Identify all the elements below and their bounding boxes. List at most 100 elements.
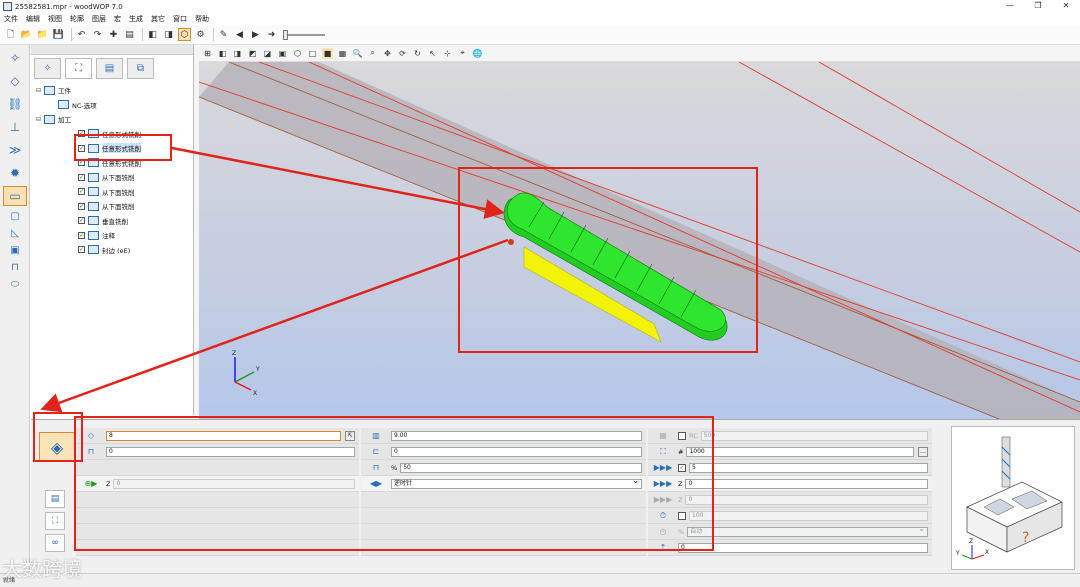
- open-file-icon[interactable]: 📂: [20, 28, 33, 41]
- feed-checkbox[interactable]: ✓: [678, 463, 686, 472]
- edge-tool-icon[interactable]: ◺: [3, 226, 27, 240]
- tab-tool-icon[interactable]: ⛶: [45, 512, 65, 530]
- tree-item-checkbox[interactable]: ✓: [78, 231, 85, 239]
- offset-field[interactable]: 0: [391, 446, 642, 457]
- tree-item[interactable]: NC-选项: [36, 98, 191, 113]
- tree-item[interactable]: ✓ 任意形式铣削: [36, 127, 191, 142]
- tree-item[interactable]: ✓ 封边 (eE): [36, 243, 191, 258]
- zoom-fit-icon[interactable]: ⌕: [367, 48, 378, 59]
- under-routing-icon[interactable]: ▣: [3, 243, 27, 257]
- redo-icon[interactable]: ↷: [91, 28, 104, 41]
- tree-item-checkbox[interactable]: ✓: [78, 246, 85, 254]
- tool-number-field[interactable]: 1000: [686, 446, 914, 457]
- retract-z-field[interactable]: 0: [685, 494, 928, 505]
- view-back-icon[interactable]: ◨: [232, 48, 243, 59]
- direction-select[interactable]: 逆时针: [391, 477, 642, 489]
- tab-operations[interactable]: ⛶: [65, 58, 92, 79]
- rotate-icon[interactable]: ⟳: [397, 48, 408, 59]
- tree-item[interactable]: ⊟ 加工: [36, 112, 191, 127]
- tree-expand-icon[interactable]: ⊟: [36, 87, 44, 94]
- view-right-icon[interactable]: ◪: [262, 48, 273, 59]
- measure-icon[interactable]: ⊹: [442, 48, 453, 59]
- menu-other[interactable]: 其它: [147, 14, 169, 24]
- view-front-icon[interactable]: ◧: [217, 48, 228, 59]
- depth-field[interactable]: 0: [106, 446, 355, 457]
- free-form-icon[interactable]: ⬭: [3, 277, 27, 291]
- drill-tool-icon[interactable]: ⛓: [3, 94, 27, 114]
- radius-comp-checkbox[interactable]: [678, 431, 686, 440]
- open-recent-icon[interactable]: 📁: [36, 28, 49, 41]
- tree-item[interactable]: ✓ 任意形式铣削: [36, 141, 191, 156]
- tool-browse-button[interactable]: …: [918, 446, 928, 457]
- tool-diameter-field[interactable]: 9.00: [391, 430, 642, 441]
- view-top-icon[interactable]: ▣: [277, 48, 288, 59]
- radius-comp-field[interactable]: 500: [700, 430, 928, 441]
- cube-front-icon[interactable]: ◧: [146, 28, 159, 41]
- new-file-icon[interactable]: 🗋: [4, 28, 17, 41]
- tree-item[interactable]: ✓ 从下面铣削: [36, 199, 191, 214]
- globe-icon[interactable]: 🌐: [472, 48, 483, 59]
- contour-tool-icon[interactable]: ✧: [3, 48, 27, 68]
- vertical-routing-icon[interactable]: ⊓: [3, 260, 27, 274]
- tree-item-checkbox[interactable]: ✓: [78, 173, 85, 181]
- minimize-button[interactable]: —: [996, 0, 1024, 13]
- menu-window[interactable]: 窗口: [169, 14, 191, 24]
- approach-height-field[interactable]: 0: [678, 542, 928, 553]
- feed-field[interactable]: 5: [689, 462, 928, 473]
- undo-icon[interactable]: ↶: [75, 28, 88, 41]
- menu-layer[interactable]: 图层: [88, 14, 110, 24]
- step-back-icon[interactable]: ◀: [233, 28, 246, 41]
- tree-item[interactable]: ✓ 任意形式铣削: [36, 156, 191, 171]
- infeed-z-field[interactable]: 0: [685, 478, 928, 489]
- contour-name-field[interactable]: 8: [106, 430, 341, 441]
- wireframe-icon[interactable]: □: [307, 48, 318, 59]
- slider-knob[interactable]: [283, 29, 288, 40]
- tab-components[interactable]: ⧉: [127, 58, 154, 79]
- routing-tool-icon[interactable]: ▭: [3, 186, 27, 206]
- tree-item[interactable]: ✓ 从下面铣削: [36, 185, 191, 200]
- tree-item-checkbox[interactable]: ✓: [78, 144, 85, 152]
- groove-tool-icon[interactable]: ≫: [3, 140, 27, 160]
- timer-field[interactable]: 100: [689, 510, 928, 521]
- menu-help[interactable]: 帮助: [191, 14, 213, 24]
- view-left-icon[interactable]: ◩: [247, 48, 258, 59]
- pocket-tool-icon[interactable]: ▢: [3, 209, 27, 223]
- rotate-axis-icon[interactable]: ↻: [412, 48, 423, 59]
- select-icon[interactable]: ↖: [427, 48, 438, 59]
- pan-icon[interactable]: ✥: [382, 48, 393, 59]
- tree-item-checkbox[interactable]: ✓: [78, 159, 85, 167]
- simulation-speed-slider[interactable]: [283, 29, 325, 40]
- play-icon[interactable]: ▶: [249, 28, 262, 41]
- menu-edit[interactable]: 编辑: [22, 14, 44, 24]
- tab-variables[interactable]: ▤: [96, 58, 123, 79]
- save-icon[interactable]: 💾: [52, 28, 65, 41]
- vertical-drill-icon[interactable]: ⊥: [3, 117, 27, 137]
- edit-macro-icon[interactable]: ✎: [217, 28, 230, 41]
- menu-generate[interactable]: 生成: [125, 14, 147, 24]
- timer-checkbox[interactable]: [678, 511, 686, 520]
- tree-item-checkbox[interactable]: ✓: [78, 188, 85, 196]
- view-iso-icon[interactable]: ⬡: [292, 48, 303, 59]
- workpiece-icon[interactable]: ⚙: [194, 28, 207, 41]
- menu-view[interactable]: 视图: [44, 14, 66, 24]
- approach-z-field[interactable]: 0: [113, 478, 355, 489]
- tree-item-checkbox[interactable]: ✓: [78, 130, 85, 138]
- view-grid-icon[interactable]: ⊞: [202, 48, 213, 59]
- overlap-field[interactable]: 50: [400, 462, 642, 473]
- cube-selected-icon[interactable]: ⬡: [178, 28, 191, 41]
- tab-link-icon[interactable]: ∞: [45, 534, 65, 552]
- saw-blade-icon[interactable]: ✹: [3, 163, 27, 183]
- pick-contour-button[interactable]: ⇱: [345, 430, 355, 441]
- tree-item-checkbox[interactable]: ✓: [78, 217, 85, 225]
- maximize-button[interactable]: ❐: [1024, 0, 1052, 13]
- menu-file[interactable]: 文件: [0, 14, 22, 24]
- workpiece-tool-icon[interactable]: ◇: [3, 71, 27, 91]
- tree-item[interactable]: ✓ 从下面铣削: [36, 170, 191, 185]
- speed-select[interactable]: 自动: [687, 525, 928, 537]
- tree-item[interactable]: ✓ 注释: [36, 228, 191, 243]
- tree-item[interactable]: ✓ 垂直铣削: [36, 214, 191, 229]
- shaded-icon[interactable]: ■: [322, 47, 333, 59]
- close-button[interactable]: ✕: [1052, 0, 1080, 13]
- 3d-viewport[interactable]: Z Y X: [199, 62, 1080, 419]
- menu-macro[interactable]: 宏: [110, 14, 125, 24]
